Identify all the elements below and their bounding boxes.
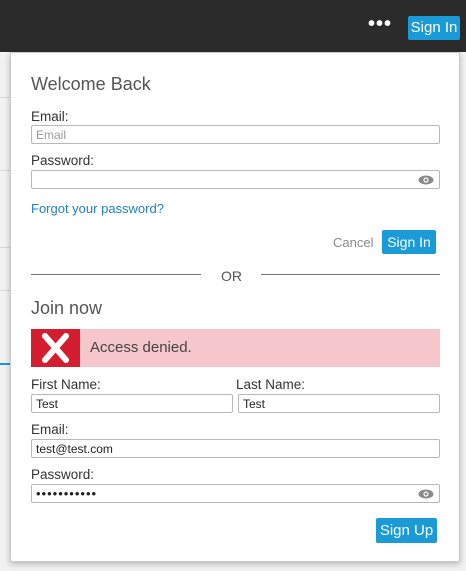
eye-icon[interactable] — [418, 175, 434, 185]
divider-label: OR — [221, 268, 242, 284]
password-label: Password: — [31, 153, 95, 168]
more-menu-icon[interactable]: ••• — [368, 14, 392, 34]
top-signin-button[interactable]: Sign In — [408, 16, 460, 40]
background-divider — [0, 247, 10, 248]
alert-message: Access denied. — [90, 339, 192, 356]
alert-icon-box — [31, 329, 80, 367]
divider-right — [261, 274, 440, 275]
cancel-button[interactable]: Cancel — [333, 235, 373, 250]
email-field[interactable] — [31, 125, 440, 144]
signup-submit-button[interactable]: Sign Up — [376, 518, 437, 543]
join-title: Join now — [31, 298, 103, 318]
join-email-field[interactable] — [31, 439, 440, 458]
auth-dropdown-panel: Welcome Back Email: Password: Forgot you… — [10, 52, 460, 562]
background-divider — [0, 290, 10, 291]
first-name-field[interactable] — [31, 394, 233, 413]
error-alert: Access denied. — [31, 329, 440, 367]
first-name-label: First Name: — [31, 377, 101, 392]
email-label: Email: — [31, 109, 69, 124]
background-divider — [0, 170, 10, 171]
forgot-password-link[interactable]: Forgot your password? — [31, 201, 164, 216]
join-password-field[interactable]: ••••••••••• — [31, 484, 440, 503]
signin-title: Welcome Back — [31, 74, 151, 94]
join-password-label: Password: — [31, 467, 95, 482]
signin-submit-button[interactable]: Sign In — [382, 230, 436, 254]
join-email-label: Email: — [31, 422, 69, 437]
last-name-field[interactable] — [238, 394, 440, 413]
top-bar: ••• Sign In — [0, 0, 466, 52]
eye-icon[interactable] — [418, 489, 434, 499]
divider-left — [31, 274, 201, 275]
close-icon — [42, 333, 69, 363]
password-field[interactable] — [31, 170, 440, 189]
background-divider — [0, 97, 10, 98]
last-name-label: Last Name: — [236, 377, 306, 392]
